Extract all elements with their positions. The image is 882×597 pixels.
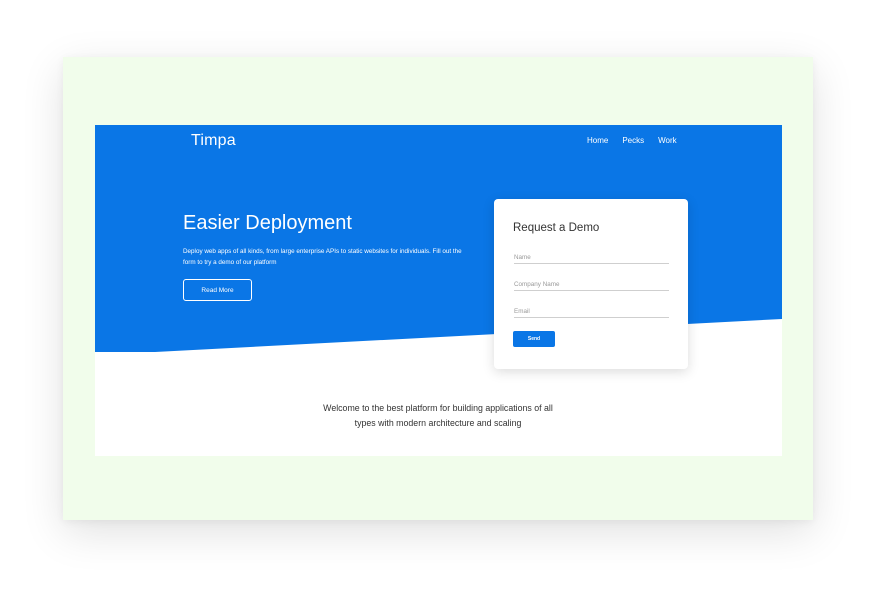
- company-name-input[interactable]: [514, 278, 669, 291]
- hero-title: Easier Deployment: [183, 212, 352, 234]
- nav-link-pecks[interactable]: Pecks: [622, 136, 644, 145]
- request-demo-card: Request a Demo Send: [494, 199, 688, 369]
- request-demo-title: Request a Demo: [513, 222, 600, 234]
- name-input[interactable]: [514, 251, 669, 264]
- hero-description: Deploy web apps of all kinds, from large…: [183, 248, 462, 266]
- send-button[interactable]: Send: [513, 331, 555, 347]
- brand-logo[interactable]: Timpa: [191, 132, 236, 150]
- read-more-button[interactable]: Read More: [183, 279, 252, 301]
- email-input[interactable]: [514, 305, 669, 318]
- welcome-text: Welcome to the best platform for buildin…: [323, 403, 553, 428]
- landing-page: Timpa Home Pecks Work Easier Deployment …: [95, 125, 782, 456]
- nav-link-work[interactable]: Work: [658, 136, 677, 145]
- main-nav: Home Pecks Work: [587, 136, 677, 145]
- nav-link-home[interactable]: Home: [587, 136, 608, 145]
